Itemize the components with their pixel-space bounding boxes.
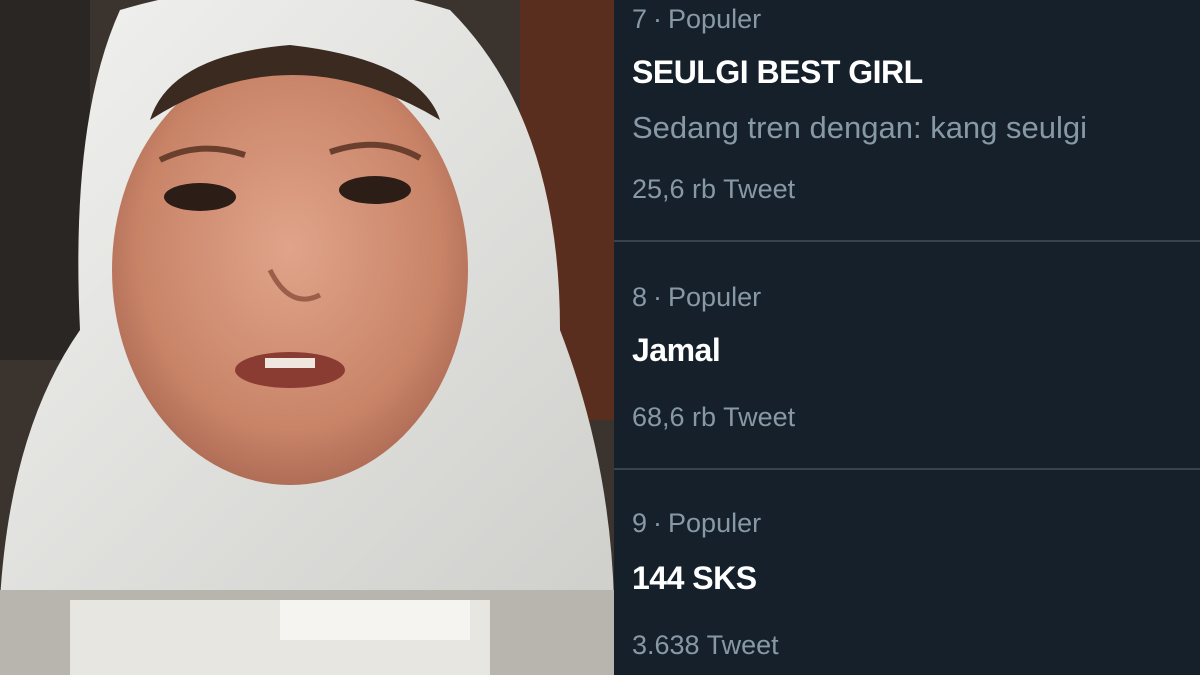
trend-meta: 8 · Populer bbox=[632, 282, 761, 313]
trend-separator: · bbox=[653, 282, 663, 312]
girl-in-white-hijab-photo bbox=[0, 0, 614, 675]
trend-tweet-count: 68,6 rb Tweet bbox=[632, 402, 796, 432]
trend-rank: 8 bbox=[632, 282, 648, 312]
trend-item[interactable]: 9 · Populer 144 SKS 3.638 Tweet bbox=[614, 470, 1200, 675]
trend-name[interactable]: SEULGI BEST GIRL bbox=[632, 54, 923, 91]
trend-name[interactable]: Jamal bbox=[632, 332, 721, 369]
trend-category: Populer bbox=[668, 282, 762, 312]
trend-context: Sedang tren dengan: kang seulgi bbox=[632, 110, 1088, 145]
trend-item[interactable]: 7 · Populer SEULGI BEST GIRL Sedang tren d… bbox=[614, 0, 1200, 242]
trend-category: Populer bbox=[668, 4, 762, 34]
trend-tweet-count: 25,6 rb Tweet bbox=[632, 174, 796, 204]
trend-category: Populer bbox=[668, 508, 762, 538]
trend-item[interactable]: 8 · Populer Jamal 68,6 rb Tweet bbox=[614, 242, 1200, 470]
trend-separator: · bbox=[653, 4, 663, 34]
trend-meta: 9 · Populer bbox=[632, 508, 761, 539]
photo-panel bbox=[0, 0, 614, 675]
trend-separator: · bbox=[653, 508, 663, 538]
trend-name[interactable]: 144 SKS bbox=[632, 560, 757, 597]
trend-meta: 7 · Populer bbox=[632, 4, 761, 35]
trend-rank: 9 bbox=[632, 508, 648, 538]
trends-list: 7 · Populer SEULGI BEST GIRL Sedang tren d… bbox=[614, 0, 1200, 675]
trend-tweet-count: 3.638 Tweet bbox=[632, 630, 779, 660]
trend-rank: 7 bbox=[632, 4, 648, 34]
